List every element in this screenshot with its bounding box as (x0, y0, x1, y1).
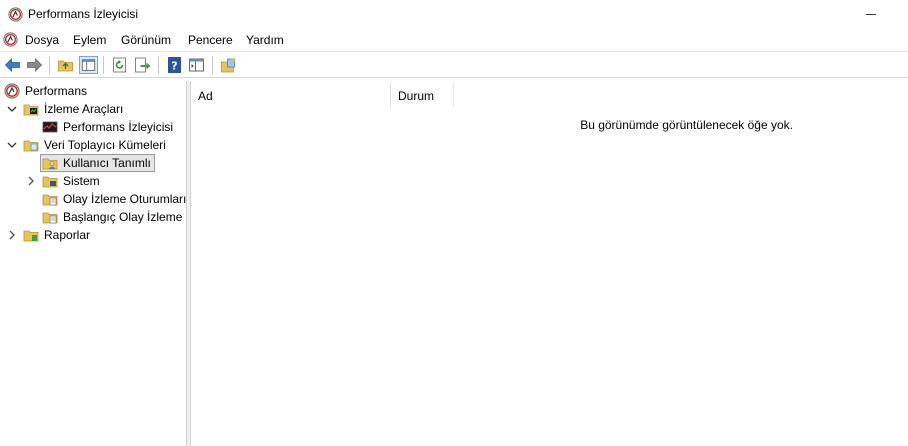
back-arrow-icon[interactable] (3, 56, 22, 74)
results-list: Ad Durum Bu görünümde görüntülenecek öğe… (191, 81, 908, 446)
properties-icon[interactable] (187, 56, 206, 74)
system-folder-icon (42, 176, 58, 188)
show-hide-tree-icon[interactable] (79, 56, 98, 74)
performance-monitor-icon (4, 83, 20, 99)
tree-label: Performans (25, 84, 88, 98)
empty-list-message: Bu görünümde görüntülenecek öğe yok. (580, 118, 793, 132)
user-folder-icon (42, 158, 58, 170)
tree-item-data-collector-sets[interactable]: Veri Toplayıcı Kümeleri (0, 136, 186, 154)
tree-item-startup-event-trace[interactable]: Başlangıç Olay İzleme Oturumları (0, 208, 186, 226)
column-header-status[interactable]: Durum (391, 83, 454, 107)
tree-label: İzleme Araçları (44, 102, 124, 116)
tree-item-user-defined[interactable]: Kullanıcı Tanımlı (0, 154, 186, 172)
window-title: Performans İzleyicisi (28, 7, 139, 21)
reports-folder-icon (23, 230, 39, 242)
tree-label: Kullanıcı Tanımlı (63, 156, 151, 170)
column-header-label: Durum (398, 89, 435, 103)
chevron-down-icon[interactable] (6, 103, 18, 115)
folder-icon (23, 104, 39, 116)
performance-monitor-icon (8, 7, 23, 22)
export-list-icon[interactable] (133, 56, 152, 74)
new-collector-set-icon[interactable] (219, 56, 238, 74)
chevron-down-icon[interactable] (6, 139, 18, 151)
tree-item-monitoring-tools[interactable]: İzleme Araçları (0, 100, 186, 118)
menu-file[interactable]: Dosya (25, 33, 59, 47)
refresh-icon[interactable] (110, 56, 129, 74)
tree-label: Olay İzleme Oturumları (63, 192, 187, 206)
minimize-button[interactable] (858, 0, 888, 29)
tree-item-reports[interactable]: Raporlar (0, 226, 186, 244)
toolbar: ? (0, 51, 908, 78)
forward-arrow-icon[interactable] (25, 56, 44, 74)
chevron-right-icon[interactable] (25, 175, 37, 187)
navigation-tree: Performans İzleme Araçları Performans İz… (0, 81, 187, 446)
tree-label: Sistem (63, 174, 100, 188)
svg-text:?: ? (171, 60, 177, 73)
folder-icon (23, 140, 39, 152)
menu-action[interactable]: Eylem (73, 33, 106, 47)
menu-view[interactable]: Görünüm (121, 33, 171, 47)
help-icon[interactable]: ? (165, 56, 184, 74)
chart-monitor-icon (42, 121, 58, 133)
trace-folder-icon (42, 212, 58, 224)
chevron-right-icon[interactable] (6, 229, 18, 241)
toolbar-separator (212, 56, 213, 74)
tree-label: Raporlar (44, 228, 91, 242)
up-folder-icon[interactable] (56, 56, 75, 74)
system-menu-icon[interactable] (3, 32, 18, 47)
tree-item-system[interactable]: Sistem (0, 172, 186, 190)
tree-label: Performans İzleyicisi (63, 120, 174, 134)
menu-bar: Dosya Eylem Görünüm Pencere Yardım (0, 29, 908, 51)
title-bar: Performans İzleyicisi (0, 0, 908, 29)
menu-help[interactable]: Yardım (246, 33, 284, 47)
toolbar-separator (103, 56, 104, 74)
trace-folder-icon (42, 194, 58, 206)
tree-label: Başlangıç Olay İzleme Oturumları (63, 210, 186, 224)
toolbar-separator (49, 56, 50, 74)
column-header-label: Ad (198, 89, 213, 103)
tree-item-event-trace-sessions[interactable]: Olay İzleme Oturumları (0, 190, 187, 208)
tree-label: Veri Toplayıcı Kümeleri (44, 138, 166, 152)
tree-item-performance-monitor[interactable]: Performans İzleyicisi (0, 118, 186, 136)
column-header-name[interactable]: Ad (191, 83, 391, 107)
tree-item-performans[interactable]: Performans (0, 82, 186, 100)
toolbar-separator (158, 56, 159, 74)
menu-window[interactable]: Pencere (188, 33, 233, 47)
